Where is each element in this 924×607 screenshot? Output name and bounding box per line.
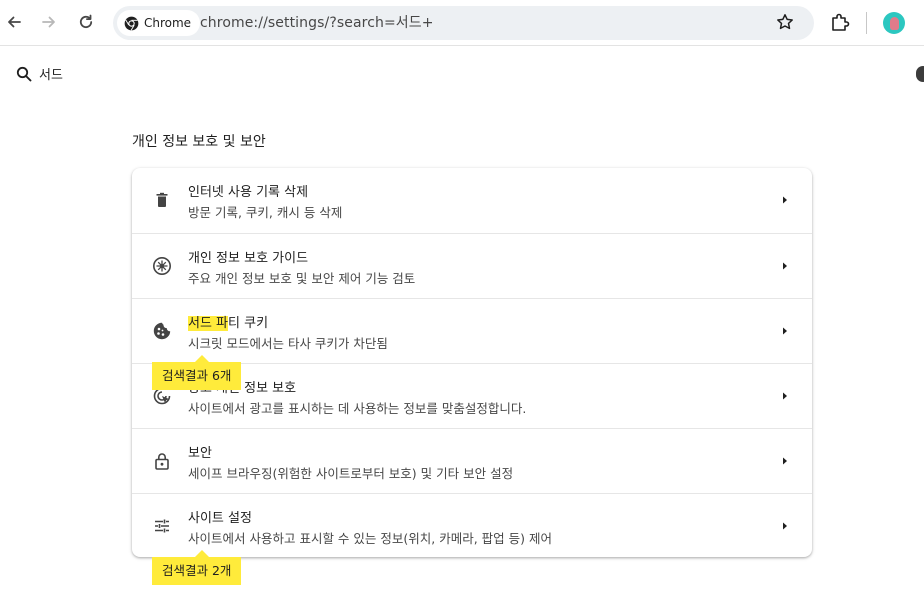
chevron-right-icon xyxy=(783,196,787,204)
search-result-bubble: 검색결과 2개 xyxy=(152,550,242,585)
site-info-chip[interactable]: Chrome xyxy=(117,10,201,36)
url-text[interactable]: chrome://settings/?search=서드+ xyxy=(200,6,434,40)
chevron-right-icon xyxy=(783,457,787,465)
item-subtitle: 방문 기록, 쿠키, 캐시 등 삭제 xyxy=(188,205,343,220)
chevron-right-icon xyxy=(783,522,787,530)
list-item-security[interactable]: 보안 세이프 브라우징(위험한 사이트로부터 보호) 및 기타 보안 설정 xyxy=(132,428,812,493)
search-highlight: 서드 파 xyxy=(188,316,229,331)
forward-button[interactable] xyxy=(33,6,65,38)
item-title: 인터넷 사용 기록 삭제 xyxy=(188,185,309,200)
item-title-rest: 티 쿠키 xyxy=(228,316,269,331)
chip-label: Chrome xyxy=(144,16,192,30)
extensions-puzzle-icon[interactable] xyxy=(829,11,851,33)
back-arrow-icon xyxy=(8,16,21,28)
item-subtitle: 사이트에서 광고를 표시하는 데 사용하는 정보를 맞춤설정합니다. xyxy=(188,401,527,416)
browser-toolbar: Chrome chrome://settings/?search=서드+ xyxy=(0,0,924,46)
sliders-icon xyxy=(152,516,172,536)
reload-icon xyxy=(79,14,93,29)
item-subtitle: 주요 개인 정보 보호 및 보안 제어 기능 검토 xyxy=(188,271,416,286)
compass-icon xyxy=(152,256,172,276)
bookmark-star-icon[interactable] xyxy=(776,13,794,31)
settings-search[interactable]: 서드 xyxy=(16,64,63,83)
item-title: 서드 파티 쿠키 xyxy=(188,312,268,331)
item-subtitle: 사이트에서 사용하고 표시할 수 있는 정보(위치, 카메라, 팝업 등) 제어 xyxy=(188,531,552,546)
item-subtitle: 시크릿 모드에서는 타사 쿠키가 차단됨 xyxy=(188,336,388,351)
lock-icon xyxy=(152,451,172,471)
reload-button[interactable] xyxy=(70,6,102,38)
search-icon xyxy=(16,66,32,81)
section-title: 개인 정보 보호 및 보안 xyxy=(132,134,266,150)
chrome-logo-icon xyxy=(124,16,139,30)
chevron-right-icon xyxy=(783,392,787,400)
address-bar[interactable]: Chrome chrome://settings/?search=서드+ xyxy=(113,6,814,40)
list-item-clear-browsing-data[interactable]: 인터넷 사용 기록 삭제 방문 기록, 쿠키, 캐시 등 삭제 xyxy=(132,168,812,233)
list-item-third-party-cookies[interactable]: 서드 파티 쿠키 시크릿 모드에서는 타사 쿠키가 차단됨 xyxy=(132,298,812,363)
item-subtitle: 세이프 브라우징(위험한 사이트로부터 보호) 및 기타 보안 설정 xyxy=(188,466,514,481)
list-item-privacy-guide[interactable]: 개인 정보 보호 가이드 주요 개인 정보 보호 및 보안 제어 기능 검토 xyxy=(132,233,812,298)
back-button[interactable] xyxy=(0,6,30,38)
item-title: 보안 xyxy=(188,446,212,461)
cookie-icon xyxy=(152,321,172,341)
profile-avatar[interactable] xyxy=(883,12,905,34)
search-result-bubble: 검색결과 6개 xyxy=(152,355,242,390)
chevron-right-icon xyxy=(783,327,787,335)
item-title: 개인 정보 보호 가이드 xyxy=(188,251,309,266)
help-icon[interactable] xyxy=(916,66,924,82)
list-item-site-settings[interactable]: 사이트 설정 사이트에서 사용하고 표시할 수 있는 정보(위치, 카메라, 팝… xyxy=(132,493,812,558)
chevron-right-icon xyxy=(783,262,787,270)
item-title-main: 정보 보호 xyxy=(244,381,297,396)
toolbar-divider xyxy=(866,12,867,34)
forward-arrow-icon xyxy=(42,16,55,28)
trash-icon xyxy=(152,190,172,210)
search-query[interactable]: 서드 xyxy=(39,64,63,83)
item-title: 사이트 설정 xyxy=(188,511,252,526)
